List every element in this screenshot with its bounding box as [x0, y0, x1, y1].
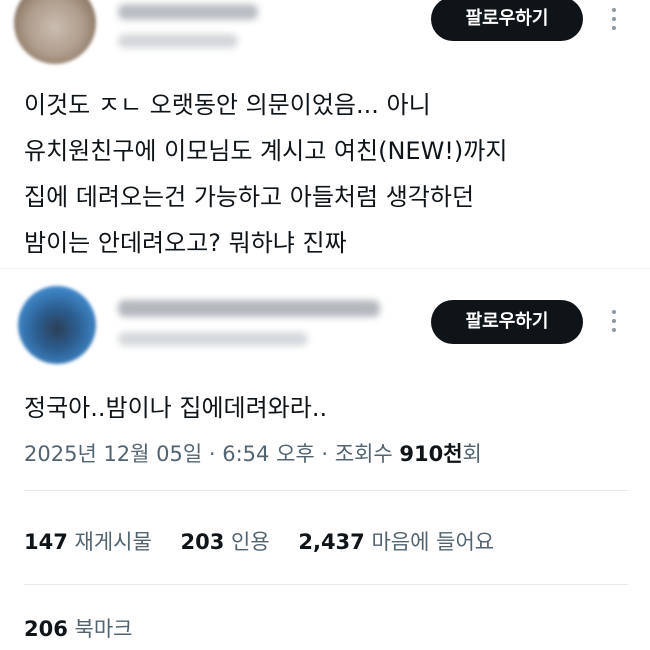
tweet-text-line: 유치원친구에 이모님도 계시고 여친(NEW!)까지 — [24, 137, 508, 165]
tweet-meta: 2025년 12월 05일 · 6:54 오후 · 조회수 910천회 — [24, 438, 482, 468]
reposts-count: 147 — [24, 530, 68, 554]
tweet-2: 팔로우하기 정국아..밤이나 집에데려와라.. 2025년 12월 05일 · … — [0, 268, 650, 650]
meta-separator: · — [314, 442, 335, 466]
tweet-time[interactable]: 6:54 오후 — [222, 442, 314, 466]
blurred-handle[interactable] — [118, 34, 238, 48]
bookmarks-label: 북마크 — [74, 617, 133, 641]
tweet-1: 팔로우하기 이것도 ㅈㄴ 오랫동안 의문이었음... 아니 유치원친구에 이모님… — [0, 0, 650, 269]
likes-stat[interactable]: 2,437 마음에 들어요 — [298, 526, 494, 556]
tweet-text-line: 이것도 ㅈㄴ 오랫동안 의문이었음... 아니 — [24, 91, 431, 119]
follow-button[interactable]: 팔로우하기 — [431, 0, 583, 41]
tweet-date[interactable]: 2025년 12월 05일 — [24, 442, 202, 466]
tweet-text-line: 집에 데려오는건 가능하고 아들처럼 생각하던 — [24, 183, 475, 211]
tweet-text-line: 밤이는 안데려오고? 뭐하냐 진짜 — [24, 229, 347, 257]
engagement-stats: 147 재게시물 203 인용 2,437 마음에 들어요 — [24, 526, 516, 556]
reposts-label: 재게시물 — [74, 530, 152, 554]
views-suffix: 회 — [462, 442, 482, 466]
quotes-stat[interactable]: 203 인용 — [181, 526, 270, 556]
blurred-display-name[interactable] — [118, 4, 258, 20]
likes-count: 2,437 — [298, 530, 365, 554]
views-label: 조회수 — [334, 442, 400, 466]
blurred-display-name[interactable] — [118, 300, 380, 317]
meta-separator: · — [202, 442, 223, 466]
divider — [24, 584, 628, 585]
tweet-text: 정국아..밤이나 집에데려와라.. — [24, 394, 328, 422]
avatar[interactable] — [18, 286, 96, 364]
tweet-text: 이것도 ㅈㄴ 오랫동안 의문이었음... 아니 유치원친구에 이모님도 계시고 … — [24, 82, 634, 266]
more-options-icon[interactable] — [612, 310, 618, 336]
quotes-label: 인용 — [231, 530, 270, 554]
more-options-icon[interactable] — [612, 8, 618, 34]
reposts-stat[interactable]: 147 재게시물 — [24, 526, 152, 556]
divider — [24, 490, 628, 491]
likes-label: 마음에 들어요 — [371, 530, 495, 554]
follow-button[interactable]: 팔로우하기 — [431, 300, 583, 344]
avatar[interactable] — [14, 0, 96, 64]
quotes-count: 203 — [180, 530, 225, 554]
views-count: 910천 — [399, 442, 463, 466]
bookmarks-count: 206 — [24, 617, 68, 641]
blurred-handle[interactable] — [118, 332, 308, 346]
bookmarks-stat[interactable]: 206 북마크 — [24, 613, 133, 643]
